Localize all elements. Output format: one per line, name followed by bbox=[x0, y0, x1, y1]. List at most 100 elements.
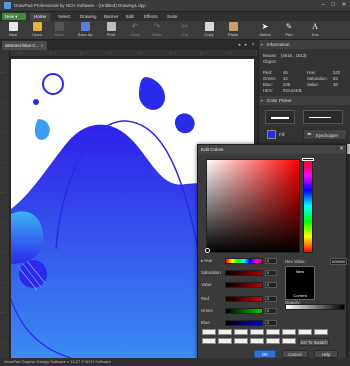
swatch[interactable] bbox=[250, 338, 264, 344]
hue-bar[interactable] bbox=[302, 158, 314, 253]
collapse-icon[interactable]: ▾ bbox=[261, 40, 263, 49]
swatch[interactable] bbox=[314, 329, 328, 335]
saturation-spin[interactable]: 0 bbox=[265, 270, 277, 276]
title-bar: DrawPad Professional by NCH Software - (… bbox=[0, 0, 350, 12]
paste-button[interactable]: Paste bbox=[222, 22, 244, 39]
select-tool-button[interactable]: ➤ Select bbox=[254, 22, 276, 39]
outline-circle[interactable] bbox=[42, 73, 64, 95]
app-icon bbox=[4, 2, 11, 9]
minimize-icon[interactable]: – bbox=[318, 1, 328, 10]
close-icon[interactable]: ✕ bbox=[339, 1, 349, 10]
print-button[interactable]: Print bbox=[100, 22, 122, 39]
close-icon[interactable]: ✕ bbox=[339, 145, 344, 154]
ok-button[interactable]: OK bbox=[254, 350, 276, 358]
swatch[interactable] bbox=[202, 329, 216, 335]
swatch[interactable] bbox=[298, 329, 312, 335]
hex-value: #2A2AEB bbox=[283, 88, 302, 93]
swatch[interactable] bbox=[282, 329, 296, 335]
swatch[interactable] bbox=[202, 338, 216, 344]
hue-spin[interactable]: 0 bbox=[265, 258, 277, 264]
window-title: DrawPad Professional by NCH Software - (… bbox=[14, 3, 146, 8]
cut-button[interactable]: ✂ Cut bbox=[174, 22, 196, 39]
edit-colors-dialog: Edit Colors ✕ ▸ Hue 0 Saturation 0 Value… bbox=[197, 144, 347, 362]
tab-close-all-icon[interactable]: × bbox=[250, 42, 256, 48]
hue-marker[interactable] bbox=[302, 158, 314, 161]
set-to-swatch-button[interactable]: Set To Swatch bbox=[299, 338, 329, 346]
help-button[interactable]: Help bbox=[314, 350, 338, 358]
hex-value-label: Hex Value: bbox=[285, 259, 306, 264]
value-slider[interactable] bbox=[225, 282, 263, 288]
green-label: Green: bbox=[263, 76, 277, 81]
redo-button[interactable]: ↷ Redo bbox=[146, 22, 168, 39]
saturation-slider[interactable] bbox=[225, 270, 263, 276]
maximize-icon[interactable]: □ bbox=[328, 1, 338, 10]
value-value: 38 bbox=[333, 82, 338, 87]
tab-scroll-right-icon[interactable]: ▸ bbox=[243, 42, 249, 48]
hue-slider[interactable] bbox=[225, 258, 263, 264]
sv-cursor[interactable] bbox=[205, 248, 210, 253]
tab-scroll-left-icon[interactable]: ◂ bbox=[236, 42, 242, 48]
menu-banner[interactable]: Banner bbox=[100, 13, 123, 21]
saturation-value-square[interactable] bbox=[205, 159, 300, 253]
collapse-icon[interactable]: ▾ bbox=[261, 96, 263, 105]
open-button[interactable]: Open bbox=[26, 22, 48, 39]
blue-row-label: Blue bbox=[201, 320, 210, 325]
document-tab[interactable]: abstract-blue-C... × bbox=[2, 41, 47, 50]
swatch[interactable] bbox=[218, 338, 232, 344]
swatch[interactable] bbox=[218, 329, 232, 335]
stroke-style-select[interactable] bbox=[265, 110, 295, 124]
swatch[interactable] bbox=[266, 329, 280, 335]
text-tool-button[interactable]: A Text bbox=[304, 22, 326, 39]
hue-label: Hue: bbox=[307, 70, 317, 75]
object-label: Object: bbox=[263, 59, 277, 64]
menu-select[interactable]: Select bbox=[54, 13, 75, 21]
menu-effects[interactable]: Effects bbox=[140, 13, 162, 21]
information-panel-header[interactable]: ▾ Information bbox=[259, 40, 350, 49]
status-bar: DrawPad Graphic Design Software v 10.27 … bbox=[0, 358, 350, 366]
red-slider[interactable] bbox=[225, 296, 263, 302]
blue-blob-top[interactable] bbox=[139, 77, 166, 110]
color-picker-panel-header[interactable]: ▾ Color Picker bbox=[259, 96, 350, 105]
new-menu-button[interactable]: New ▾ bbox=[2, 13, 26, 20]
print-icon bbox=[106, 22, 116, 31]
undo-button[interactable]: ↶ Undo bbox=[124, 22, 146, 39]
new-button[interactable]: New bbox=[2, 22, 24, 39]
hex-value-input[interactable]: 000000 bbox=[330, 258, 347, 265]
opacity-slider[interactable] bbox=[285, 304, 345, 310]
menu-home[interactable]: Home bbox=[30, 13, 51, 21]
new-label: New bbox=[295, 269, 304, 274]
pen-tool-button[interactable]: ✎ Pen bbox=[278, 22, 300, 39]
eyedropper-button[interactable]: ✒ Eyedropper bbox=[303, 129, 347, 140]
green-spin[interactable]: 0 bbox=[265, 308, 277, 314]
blue-label: Blue: bbox=[263, 82, 273, 87]
swatch[interactable] bbox=[282, 338, 296, 344]
fill-swatch[interactable] bbox=[267, 130, 276, 139]
swatch[interactable] bbox=[234, 338, 248, 344]
light-blue-drop[interactable] bbox=[34, 119, 50, 140]
green-row-label: Green bbox=[201, 308, 213, 313]
green-slider[interactable] bbox=[225, 308, 263, 314]
swatch[interactable] bbox=[250, 329, 264, 335]
copy-button[interactable]: Copy bbox=[198, 22, 220, 39]
save-button[interactable]: Save bbox=[48, 22, 70, 39]
red-spin[interactable]: 0 bbox=[265, 296, 277, 302]
cancel-button[interactable]: Cancel bbox=[282, 350, 308, 358]
blue-value: 236 bbox=[283, 82, 291, 87]
menu-edit[interactable]: Edit bbox=[122, 13, 138, 21]
menu-suite[interactable]: Suite bbox=[163, 13, 181, 21]
blue-dot[interactable] bbox=[33, 99, 39, 105]
stroke-width-select[interactable] bbox=[303, 110, 343, 124]
value-spin[interactable]: 0 bbox=[265, 282, 277, 288]
color-preview: New Current bbox=[285, 266, 315, 300]
save-as-button[interactable]: Save As bbox=[74, 22, 96, 39]
fill-label: Fill bbox=[279, 132, 285, 137]
blue-spin[interactable]: 0 bbox=[265, 320, 277, 326]
menu-drawing[interactable]: Drawing bbox=[76, 13, 101, 21]
blue-blob-right[interactable] bbox=[174, 113, 195, 134]
swatch[interactable] bbox=[234, 329, 248, 335]
swatch[interactable] bbox=[266, 338, 280, 344]
value-row-label: Value bbox=[201, 282, 212, 287]
tab-close-icon[interactable]: × bbox=[41, 43, 44, 48]
blue-slider[interactable] bbox=[225, 320, 263, 326]
horizontal-ruler: | | | | | | | | bbox=[10, 50, 258, 57]
